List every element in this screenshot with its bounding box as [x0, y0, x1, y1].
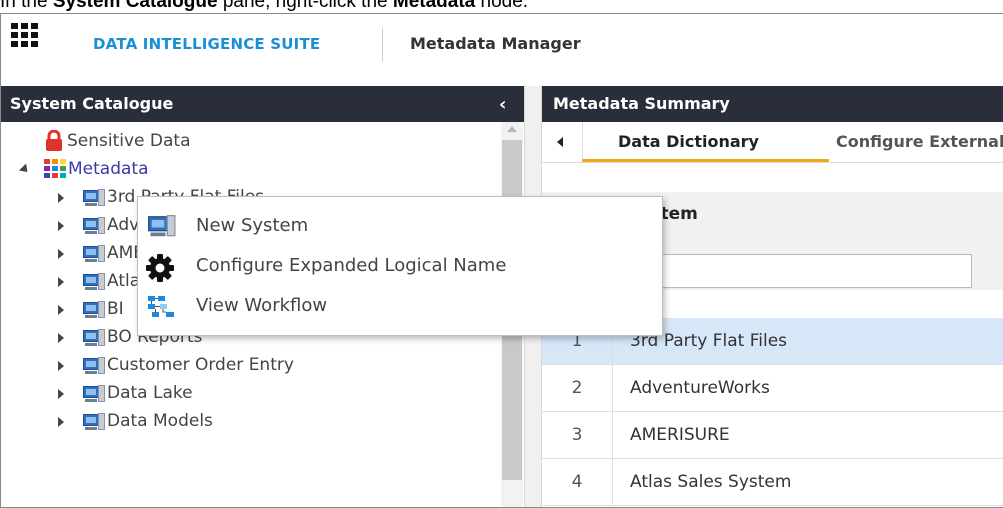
context-menu: New System Configure Expanded Logical Na…: [137, 196, 663, 336]
expand-arrow-icon[interactable]: [58, 389, 64, 399]
tree-item-label: Data Lake: [107, 383, 193, 403]
tab-scroll-left-icon[interactable]: [542, 122, 583, 162]
system-icon: [83, 189, 105, 207]
system-filter-input[interactable]: [627, 254, 972, 288]
expand-arrow-icon[interactable]: [18, 163, 32, 176]
system-icon: [83, 301, 105, 319]
tree-item-label: BI: [107, 299, 124, 319]
panel-title: System Catalogue: [10, 94, 174, 113]
divider: [382, 28, 383, 62]
module-title: Metadata Manager: [410, 34, 581, 53]
active-tab-indicator: [582, 159, 829, 162]
metadata-grid-icon: [44, 159, 66, 178]
menu-item-label: Configure Expanded Logical Name: [196, 255, 507, 276]
expand-arrow-icon[interactable]: [58, 193, 64, 203]
tree-item-label: Data Models: [107, 411, 213, 431]
system-catalogue-header: System Catalogue ‹: [1, 86, 524, 122]
tree-item-label: Sensitive Data: [67, 131, 191, 151]
app-launcher-icon[interactable]: [11, 23, 38, 48]
top-bar: DATA INTELLIGENCE SUITE Metadata Manager: [1, 14, 1003, 86]
scroll-up-icon[interactable]: [507, 126, 517, 132]
tree-item-metadata[interactable]: Metadata: [1, 156, 501, 184]
expand-arrow-icon[interactable]: [58, 277, 64, 287]
lock-icon: [46, 130, 62, 151]
system-icon: [83, 357, 105, 375]
chevron-left-icon[interactable]: ‹: [499, 94, 506, 115]
system-icon: [83, 273, 105, 291]
tab-bar: Data Dictionary Configure External: [542, 122, 1003, 163]
system-icon: [83, 329, 105, 347]
table-row[interactable]: 4 Atlas Sales System: [542, 459, 1003, 506]
tree-item-system[interactable]: Data Models: [1, 408, 501, 436]
instruction-caption: In the System Catalogue pane, right-clic…: [0, 0, 529, 11]
tree-item-sensitive-data[interactable]: Sensitive Data: [1, 128, 501, 156]
tree-item-label: Metadata: [68, 159, 149, 179]
system-icon: [83, 217, 105, 235]
tab-data-dictionary[interactable]: Data Dictionary: [618, 132, 759, 151]
tab-configure-external[interactable]: Configure External: [836, 132, 1003, 151]
brand-name[interactable]: DATA INTELLIGENCE SUITE: [93, 35, 320, 53]
table-row[interactable]: 2 AdventureWorks: [542, 365, 1003, 412]
tree-item-system[interactable]: Customer Order Entry: [1, 352, 501, 380]
expand-arrow-icon[interactable]: [58, 249, 64, 259]
expand-arrow-icon[interactable]: [58, 305, 64, 315]
row-system-name: AMERISURE: [630, 425, 730, 445]
expand-arrow-icon[interactable]: [58, 417, 64, 427]
app-window: DATA INTELLIGENCE SUITE Metadata Manager…: [0, 13, 1003, 508]
system-icon: [83, 245, 105, 263]
row-number: 3: [542, 412, 613, 458]
menu-item-label: New System: [196, 215, 309, 236]
row-number: 2: [542, 365, 613, 411]
menu-item-view-workflow[interactable]: View Workflow: [138, 287, 662, 327]
expand-arrow-icon[interactable]: [58, 361, 64, 371]
row-system-name: AdventureWorks: [630, 378, 770, 398]
workflow-icon: [148, 296, 174, 317]
metadata-summary-header: Metadata Summary: [542, 86, 1003, 122]
menu-item-label: View Workflow: [196, 295, 328, 316]
system-icon: [148, 215, 176, 238]
system-icon: [83, 413, 105, 431]
system-icon: [83, 385, 105, 403]
menu-item-new-system[interactable]: New System: [138, 207, 662, 247]
expand-arrow-icon[interactable]: [58, 221, 64, 231]
row-number: 4: [542, 459, 613, 505]
row-system-name: Atlas Sales System: [630, 472, 792, 492]
table-row[interactable]: 3 AMERISURE: [542, 412, 1003, 459]
tree-item-label: Customer Order Entry: [107, 355, 294, 375]
tree-item-system[interactable]: Data Lake: [1, 380, 501, 408]
expand-arrow-icon[interactable]: [58, 333, 64, 343]
gear-icon: [146, 254, 174, 282]
panel-title: Metadata Summary: [553, 94, 730, 113]
menu-item-configure-expanded-logical-name[interactable]: Configure Expanded Logical Name: [138, 247, 662, 287]
